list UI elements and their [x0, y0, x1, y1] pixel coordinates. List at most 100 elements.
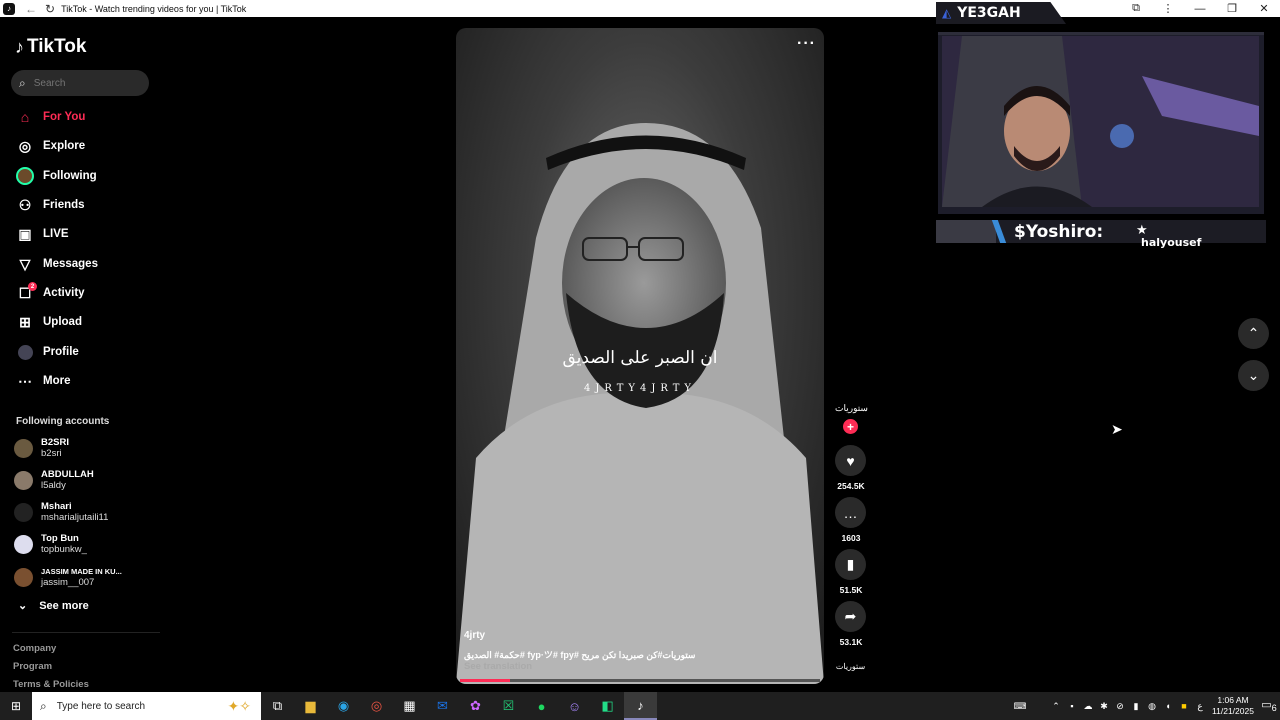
back-arrow-icon[interactable]: ← — [25, 2, 37, 16]
norton-icon[interactable]: ■ — [1176, 701, 1192, 711]
account-item[interactable]: B2SRI b2sri — [14, 437, 69, 459]
chevron-up-icon: ⌃ — [1247, 325, 1260, 341]
excel-icon[interactable]: ☒ — [492, 692, 525, 720]
nav-item-activity[interactable]: ☐ 2 Activity — [16, 282, 85, 304]
close-button[interactable]: ✕ — [1248, 2, 1280, 15]
extensions-icon[interactable]: ⧉ — [1120, 2, 1152, 15]
search-icon: ⌕ — [19, 75, 26, 90]
nav-item-live[interactable]: ▣ LIVE — [16, 223, 68, 245]
chevron-up-icon[interactable]: ⌃ — [1048, 701, 1064, 712]
nav-item-profile[interactable]: Profile — [16, 341, 79, 363]
windows-logo-icon: ⊞ — [10, 699, 22, 713]
task-view-icon[interactable]: ⧉ — [261, 692, 294, 720]
reload-icon[interactable]: ↻ — [45, 2, 55, 16]
network-off-icon[interactable]: ⊘ — [1112, 701, 1128, 712]
nav-item-following[interactable]: Following — [16, 165, 97, 187]
comment-icon: … — [843, 504, 858, 521]
avatar — [14, 470, 33, 490]
nav-item-for-you[interactable]: ⌂ For You — [16, 106, 86, 128]
chrome-icon[interactable]: ◎ — [360, 692, 393, 720]
discord-icon[interactable]: ☺ — [558, 692, 591, 720]
edge-icon[interactable]: ◉ — [327, 692, 360, 720]
search-icon: ⌕ — [40, 698, 47, 713]
video-progress-bar[interactable] — [460, 679, 820, 682]
progress-fill — [460, 679, 511, 682]
account-item[interactable]: ABDULLAH l5aldy — [14, 469, 94, 491]
webcam-feed — [942, 36, 1259, 207]
friends-icon: ⚇ — [18, 196, 32, 213]
store-icon[interactable]: ▦ — [393, 692, 426, 720]
video-author[interactable]: 4jrty — [464, 630, 485, 641]
taskbar-search-box[interactable]: ⌕ Type here to search ✦✧ — [32, 692, 261, 720]
cloud-icon[interactable]: ☁ — [1080, 701, 1096, 712]
avatar — [14, 567, 33, 587]
windows-taskbar: ⊞ ⌕ Type here to search ✦✧ ⧉ ▆ ◉ ◎ ▦ ✉ ✿… — [0, 692, 1280, 720]
like-button[interactable]: ♥ — [835, 445, 866, 476]
android-studio-icon[interactable]: ◧ — [591, 692, 624, 720]
keyboard-icon[interactable]: ⌨ — [1012, 701, 1028, 712]
comment-button[interactable]: … — [835, 497, 866, 528]
volume-icon[interactable]: ◖ — [1160, 701, 1176, 711]
copilot-icon[interactable]: ✿ — [459, 692, 492, 720]
live-icon: ▣ — [18, 225, 32, 242]
comment-count: 1603 — [841, 533, 861, 543]
minimize-button[interactable]: — — [1184, 3, 1216, 15]
music-disc[interactable]: ستوريات — [835, 662, 866, 671]
chevron-down-icon: ⌄ — [18, 600, 28, 612]
video-more-button[interactable]: ··· — [797, 35, 816, 53]
nav-label: Activity — [43, 287, 85, 299]
account-username: msharialjutaili11 — [41, 512, 109, 523]
next-video-button[interactable]: ⌄ — [1238, 360, 1269, 391]
bluetooth-icon[interactable]: ✱ — [1096, 701, 1112, 712]
tiktok-logo[interactable]: ♪ TikTok — [15, 36, 86, 58]
app-tray-icon[interactable]: ▪ — [1064, 701, 1080, 711]
see-more-button[interactable]: ⌄ See more — [18, 599, 89, 613]
following-avatar-icon — [16, 167, 34, 185]
share-button[interactable]: ➦ — [835, 601, 866, 632]
footer-link[interactable]: Company — [13, 643, 56, 654]
home-icon: ⌂ — [20, 109, 30, 125]
file-explorer-icon[interactable]: ▆ — [294, 692, 327, 720]
see-translation-link[interactable]: See translation — [464, 661, 532, 672]
account-item[interactable]: Mshari msharialjutaili11 — [14, 501, 108, 523]
account-name: Top Bun — [41, 533, 79, 544]
nav-label: Following — [43, 170, 97, 182]
nav-item-upload[interactable]: ⊞ Upload — [16, 311, 82, 333]
outlook-icon[interactable]: ✉ — [426, 692, 459, 720]
follow-plus-button[interactable]: + — [843, 419, 858, 434]
maximize-button[interactable]: ❐ — [1216, 2, 1248, 15]
account-name: B2SRI — [41, 437, 69, 448]
tiktok-favicon-icon: ♪ — [3, 2, 15, 15]
nav-label: More — [43, 375, 71, 387]
start-button[interactable]: ⊞ — [0, 692, 32, 720]
tiktok-app-icon[interactable]: ♪ — [624, 692, 657, 720]
nav-item-more[interactable]: ⋯ More — [16, 370, 70, 392]
nav-label: Upload — [43, 316, 82, 328]
tiktok-note-icon: ♪ — [15, 36, 24, 57]
clock-time: 1:06 AM — [1217, 695, 1249, 705]
nav-item-explore[interactable]: ◎ Explore — [16, 135, 85, 157]
footer-link[interactable]: Program — [13, 661, 52, 672]
headset-icon[interactable]: ◍ — [1144, 701, 1160, 712]
save-count: 51.5K — [839, 585, 863, 595]
system-tray: ⌨ ⌃ ▪ ☁ ✱ ⊘ ▮ ◍ ◖ ■ ع 1:06 AM 11/21/2025… — [1012, 692, 1280, 720]
nav-item-friends[interactable]: ⚇ Friends — [16, 194, 85, 216]
search-box[interactable]: ⌕ — [11, 70, 149, 96]
like-count: 254.5K — [837, 481, 865, 491]
microphone-icon[interactable]: ▮ — [1128, 701, 1144, 712]
search-input[interactable] — [33, 77, 134, 89]
notification-center-button[interactable]: ▭6 — [1258, 698, 1280, 713]
nav-item-messages[interactable]: ▽ Messages — [16, 253, 98, 275]
account-item[interactable]: JASSIM MADE IN KU... jassim__007 — [14, 566, 122, 588]
name-bar-accent — [936, 220, 996, 243]
more-icon: ⋯ — [18, 372, 32, 389]
spotify-icon[interactable]: ● — [525, 692, 558, 720]
account-item[interactable]: Top Bun topbunkw_ — [14, 533, 87, 555]
footer-link[interactable]: Terms & Policies — [13, 679, 89, 690]
save-button[interactable]: ▮ — [835, 549, 866, 580]
language-indicator[interactable]: ع — [1192, 701, 1208, 712]
kebab-menu-icon[interactable]: ⋮ — [1152, 2, 1184, 15]
clock[interactable]: 1:06 AM 11/21/2025 — [1208, 695, 1258, 717]
previous-video-button[interactable]: ⌃ — [1238, 318, 1269, 349]
nav-label: Profile — [43, 346, 79, 358]
